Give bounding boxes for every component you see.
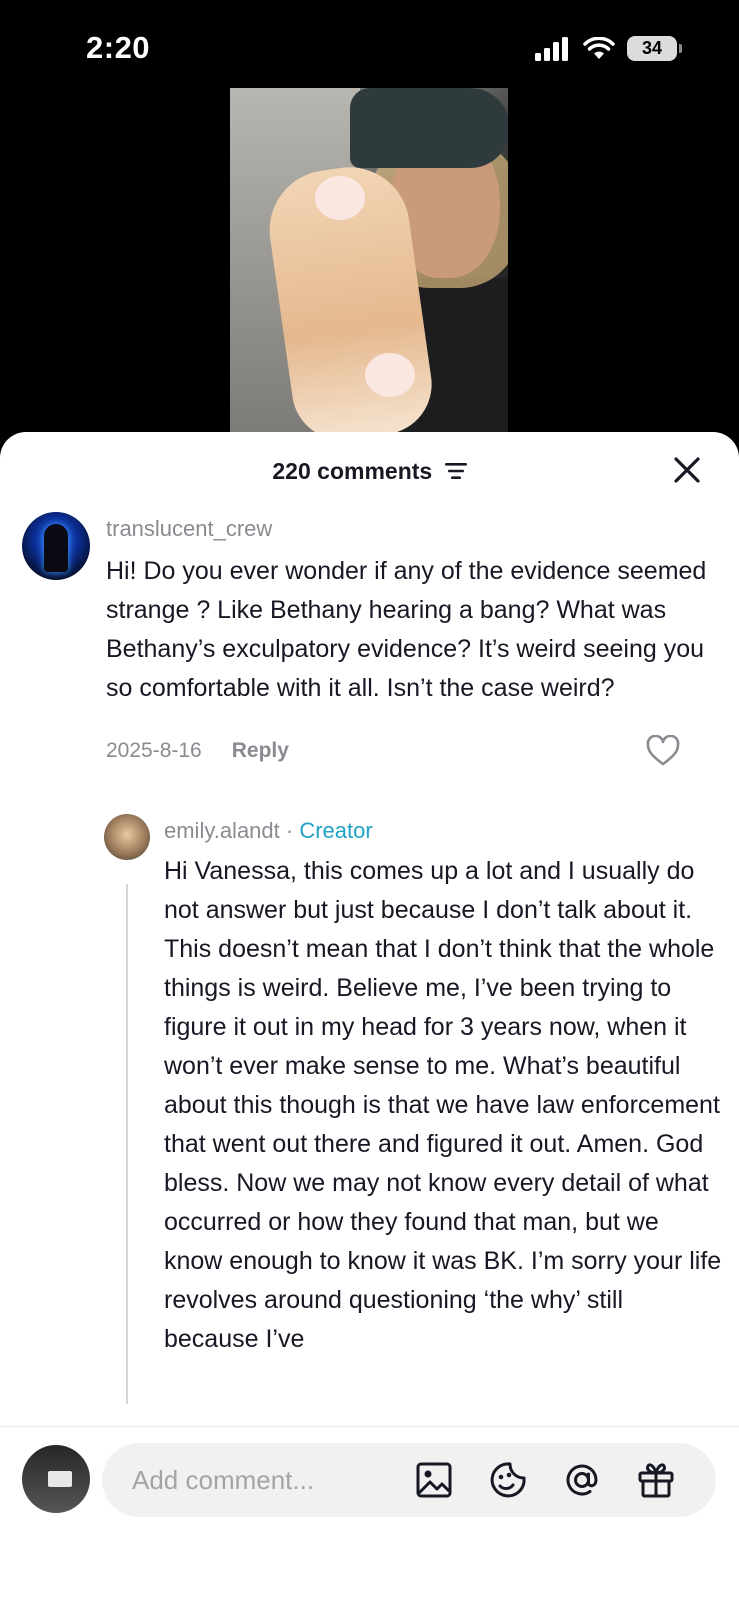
cellular-signal-icon bbox=[535, 36, 568, 61]
comments-count-button[interactable]: 220 comments bbox=[0, 458, 739, 485]
add-comment-input[interactable] bbox=[132, 1443, 402, 1517]
reply-user-line: emily.alandt · Creator bbox=[164, 814, 724, 846]
comments-count-label: 220 comments bbox=[272, 458, 433, 484]
image-icon[interactable] bbox=[414, 1460, 454, 1500]
comment-input-pill bbox=[102, 1443, 716, 1517]
reply-button[interactable]: Reply bbox=[232, 739, 289, 763]
sort-filter-icon[interactable] bbox=[444, 462, 467, 480]
video-thumbnail[interactable] bbox=[230, 88, 508, 440]
reply-avatar[interactable] bbox=[104, 814, 150, 860]
sheet-header: 220 comments bbox=[0, 432, 739, 510]
sticker-icon[interactable] bbox=[488, 1460, 528, 1500]
close-icon[interactable] bbox=[671, 454, 703, 486]
current-user-avatar bbox=[22, 1445, 90, 1513]
status-bar: 2:20 34 bbox=[0, 0, 739, 90]
heart-icon[interactable] bbox=[646, 735, 680, 767]
thread-line bbox=[126, 884, 128, 1404]
comment-meta: 2025-8-16 Reply bbox=[106, 735, 722, 767]
comments-sheet: 220 comments translucent_crew Hi! Do you… bbox=[0, 432, 739, 1600]
comment-date: 2025-8-16 bbox=[106, 739, 202, 762]
comment-username[interactable]: translucent_crew bbox=[106, 516, 722, 546]
mention-icon[interactable] bbox=[562, 1460, 602, 1500]
gift-icon[interactable] bbox=[636, 1460, 676, 1500]
reply-body: emily.alandt · Creator Hi Vanessa, this … bbox=[164, 814, 724, 1359]
comment-body: translucent_crew Hi! Do you ever wonder … bbox=[106, 512, 722, 766]
reply-text: Hi Vanessa, this comes up a lot and I us… bbox=[164, 857, 722, 1353]
creator-badge: Creator bbox=[299, 818, 373, 843]
separator-dot: · bbox=[279, 818, 300, 843]
wifi-icon bbox=[583, 36, 615, 59]
avatar[interactable] bbox=[22, 512, 90, 580]
status-time: 2:20 bbox=[86, 30, 151, 65]
comment-input-bar bbox=[0, 1426, 739, 1600]
reply-username[interactable]: emily.alandt bbox=[164, 818, 280, 843]
status-indicators: 34 bbox=[535, 36, 682, 61]
comment-text: Hi! Do you ever wonder if any of the evi… bbox=[106, 557, 707, 702]
battery-indicator: 34 bbox=[627, 36, 682, 61]
